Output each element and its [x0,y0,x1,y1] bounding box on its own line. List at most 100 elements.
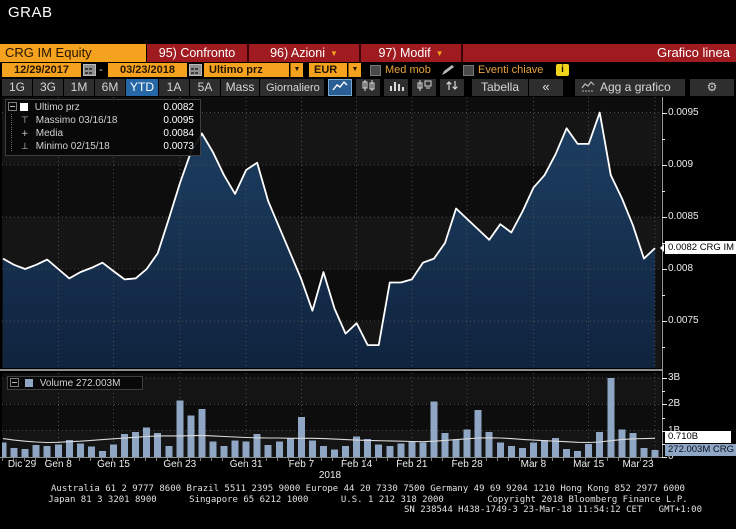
volume-bar [618,429,626,457]
volume-bar [198,409,206,457]
volume-bar [165,445,173,457]
volume-bar [430,401,438,457]
period-tab-1m[interactable]: 1M [64,79,94,96]
pencil-icon[interactable] [441,64,456,76]
frequency-label: Giornaliero [266,82,320,94]
azioni-label: 96) Azioni [270,46,325,60]
confronto-label: 95) Confronto [158,46,236,60]
date-from-field[interactable]: 12/29/2017 [2,63,81,77]
period-tab-3g[interactable]: 3G [33,79,63,96]
period-tab-5a[interactable]: 5A [190,79,220,96]
volume-bar [541,439,548,457]
candlestick-icon [362,80,375,91]
frequency-select[interactable]: Giornaliero ▼ [260,79,324,110]
calendar-icon[interactable] [83,64,96,76]
chevron-down-icon: ▼ [435,49,444,58]
chart-controls: 12/29/2017 - 03/23/2018 Ultimo prz ▼ EUR… [0,63,736,78]
period-tab-1g[interactable]: 1G [2,79,32,96]
volume-bar [65,439,73,457]
axis-minor-tick [662,391,665,392]
line-chart-type-button[interactable] [328,79,352,96]
bar-chart-type-button[interactable] [384,79,408,96]
eventi-chiave-checkbox[interactable] [463,65,474,76]
period-tab-mass[interactable]: Mass [221,79,259,96]
chevron-down-icon[interactable]: ▼ [348,63,361,77]
volume-bar [640,447,648,457]
calendar-icon[interactable] [189,64,202,76]
tabella-button[interactable]: Tabella [472,79,528,96]
date-tick-label: Mar 15 [573,459,605,470]
pane-separator[interactable] [0,369,663,371]
volume-bar [529,442,537,457]
volume-bar [143,427,151,457]
period-tab-1a[interactable]: 1A [159,79,189,96]
footer-phones-line1: Australia 61 2 9777 8600 Brazil 5511 239… [51,484,685,494]
last-price-swatch-icon [20,103,28,111]
grab-title: GRAB [8,4,53,21]
tree-branch [11,140,21,151]
confronto-button[interactable]: 95) Confronto [147,44,249,62]
med-mob-checkbox[interactable] [370,65,381,76]
volume-bar [275,441,283,457]
currency-select[interactable]: EUR [309,63,347,77]
period-tab-ytd[interactable]: YTD [126,79,158,96]
mini-chart-icon [581,81,595,92]
legend-label: Massimo 03/16/18 [35,115,118,126]
legend-value: 0.0084 [163,128,194,139]
axis-tick [662,269,667,270]
modif-button[interactable]: 97) Modif ▼ [361,44,463,62]
collapse-button[interactable]: « [529,79,563,96]
axis-tick [662,378,667,379]
settings-gear-button[interactable]: ⚙ [690,79,734,96]
date-tick-label: Mar 23 [622,459,654,470]
volume-bar [308,440,316,457]
up-down-arrows-icon [446,81,458,90]
chevron-down-icon: ▼ [329,49,338,58]
axis-minor-tick [662,347,665,348]
date-range-dash: - [99,64,103,76]
volume-bar [21,449,29,457]
volume-bar [629,432,637,457]
volume-bar [209,441,217,457]
volume-bar [408,441,416,457]
tree-expand-icon[interactable] [8,102,17,111]
agg-a-grafico-button[interactable]: Agg a grafico [575,79,685,96]
azioni-button[interactable]: 96) Azioni ▼ [249,44,361,62]
axis-minor-tick [662,139,665,140]
axis-tick-label: 0.0075 [668,315,699,326]
year-label: 2018 [318,470,342,481]
volume-bar [518,447,526,457]
axis-tick [662,217,667,218]
legend-row-massimo: ⊤ Massimo 03/16/18 0.0095 [8,114,196,127]
legend-value: 0.0095 [163,115,194,126]
volume-bar [2,442,7,457]
candle-volume-icon [417,80,432,91]
chevron-down-icon[interactable]: ▼ [290,63,303,77]
volume-bars-icon [390,82,404,91]
volume-legend-label: Volume [39,378,74,389]
tree-branch [11,127,21,138]
updown-arrows-button[interactable] [440,79,464,96]
date-tick-label: Mar 8 [520,459,547,470]
axis-tick-label: 0.0085 [668,211,699,222]
date-tick-label: Feb 28 [451,459,483,470]
candle-chart-type-button[interactable] [356,79,380,96]
volume-bar [76,443,84,457]
volume-bar [607,378,615,457]
date-to-field[interactable]: 03/23/2018 [108,63,187,77]
volume-bar [386,445,394,457]
security-input[interactable]: CRG IM Equity [0,44,146,62]
price-legend[interactable]: Ultimo prz 0.0082 ⊤ Massimo 03/16/18 0.0… [5,99,201,156]
tree-expand-icon[interactable] [10,378,19,387]
period-tab-6m[interactable]: 6M [95,79,125,96]
price-type-select[interactable]: Ultimo prz [204,63,289,77]
info-icon[interactable]: i [556,64,569,76]
last-volume-callout: 272.003M CRG IM [665,444,736,456]
volume-bar [297,417,305,457]
low-marker-icon: ⊥ [21,142,29,152]
modif-label: 97) Modif [378,46,431,60]
candle-volume-chart-type-button[interactable] [412,79,436,96]
volume-bar [176,400,184,457]
volume-legend[interactable]: Volume 272.003M [7,376,143,390]
axis-tick-label: 0.0095 [668,107,699,118]
